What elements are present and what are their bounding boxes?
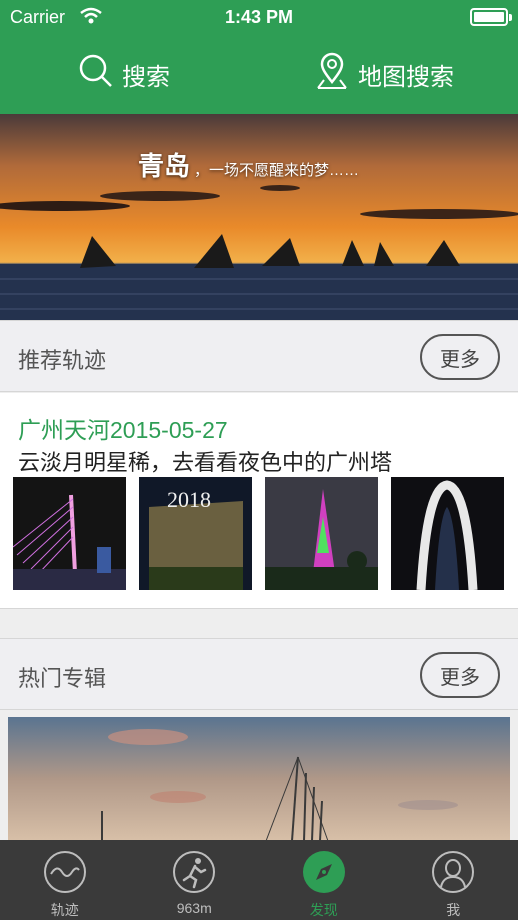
section-gap bbox=[0, 610, 518, 638]
bridge-photo[interactable] bbox=[13, 477, 126, 590]
tab-label: 轨迹 bbox=[50, 902, 79, 918]
search-button[interactable]: 搜索 bbox=[78, 50, 170, 98]
track-photos: 2018 bbox=[13, 477, 504, 590]
tab-tracks[interactable]: 轨迹 bbox=[0, 840, 130, 920]
track-card[interactable]: 广州天河2015-05-27 云淡月明星稀，去看看夜色中的广州塔 2018 bbox=[0, 393, 518, 609]
tab-label: 发现 bbox=[309, 902, 338, 918]
tab-discover[interactable]: 发现 bbox=[259, 840, 389, 920]
sign-2018-photo[interactable]: 2018 bbox=[139, 477, 252, 590]
recommended-more-button[interactable]: 更多 bbox=[420, 334, 500, 380]
map-pin-icon bbox=[314, 52, 350, 97]
header: Carrier 1:43 PM 搜索 地图搜索 bbox=[0, 0, 518, 114]
svg-text:2018: 2018 bbox=[167, 487, 211, 512]
banner-image[interactable]: 青岛 ，一场不愿醒来的梦…… bbox=[0, 114, 518, 320]
banner-subtitle: ，一场不愿醒来的梦…… bbox=[194, 162, 360, 179]
search-bar: 搜索 地图搜索 bbox=[0, 50, 518, 98]
recommended-section-header: 推荐轨迹 更多 bbox=[0, 320, 518, 392]
section-title: 热门专辑 bbox=[18, 666, 107, 691]
albums-section-header: 热门专辑 更多 bbox=[0, 638, 518, 710]
tab-bar: 轨迹 963m 发现 我 bbox=[0, 840, 518, 920]
tab-label: 963m bbox=[176, 900, 212, 916]
tab-distance[interactable]: 963m bbox=[130, 840, 260, 920]
map-search-button[interactable]: 地图搜索 bbox=[314, 50, 454, 98]
wave-icon bbox=[43, 850, 87, 897]
person-icon bbox=[431, 850, 475, 897]
tab-label: 我 bbox=[446, 902, 461, 918]
map-search-label: 地图搜索 bbox=[358, 63, 454, 91]
status-bar: Carrier 1:43 PM bbox=[0, 0, 518, 34]
compass-icon bbox=[302, 850, 346, 897]
status-time: 1:43 PM bbox=[224, 7, 294, 27]
section-title: 推荐轨迹 bbox=[18, 348, 107, 373]
album-cover-image[interactable] bbox=[8, 717, 510, 841]
track-description: 云淡月明星稀，去看看夜色中的广州塔 bbox=[18, 450, 393, 475]
search-icon bbox=[78, 53, 114, 96]
albums-more-button[interactable]: 更多 bbox=[420, 652, 500, 698]
banner-caption: 青岛 ，一场不愿醒来的梦…… bbox=[138, 146, 359, 183]
canton-tower-photo[interactable] bbox=[265, 477, 378, 590]
track-title: 广州天河2015-05-27 bbox=[18, 417, 228, 443]
battery-icon bbox=[470, 8, 512, 26]
run-icon bbox=[172, 850, 216, 897]
tab-me[interactable]: 我 bbox=[389, 840, 518, 920]
search-label: 搜索 bbox=[122, 63, 170, 91]
banner-city: 青岛 bbox=[138, 151, 191, 181]
arch-photo[interactable] bbox=[391, 477, 504, 590]
